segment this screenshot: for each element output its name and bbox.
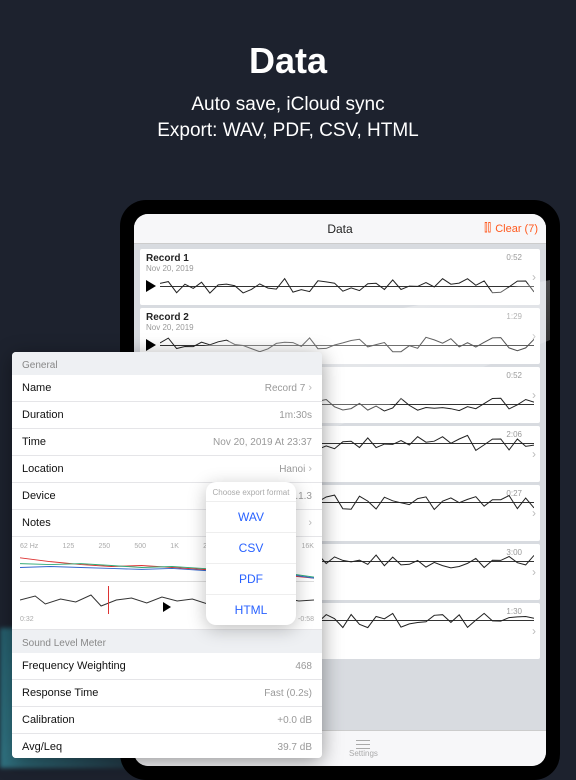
freq-tick: 16K xyxy=(301,543,313,550)
hero-line-2: Export: WAV, PDF, CSV, HTML xyxy=(157,120,419,141)
record-duration: 0:52 xyxy=(506,253,522,262)
map-icon: ⫿⫿ xyxy=(484,222,491,235)
row-calibration: Calibration+0.0 dB xyxy=(12,707,322,734)
play-button[interactable] xyxy=(163,602,171,612)
tab-settings[interactable]: Settings xyxy=(349,739,378,758)
record-date: Nov 20, 2019 xyxy=(146,264,534,273)
record-detail-panel: General Name Record 7› Duration 1m:30s T… xyxy=(12,352,322,758)
section-general-header: General xyxy=(12,352,322,375)
chevron-right-icon: › xyxy=(308,382,312,394)
hero-text: Data Auto save, iCloud sync Export: WAV,… xyxy=(0,0,576,143)
freq-tick: 125 xyxy=(63,543,75,550)
freq-tick: 1K xyxy=(170,543,179,550)
freq-tick: 500 xyxy=(134,543,146,550)
playhead-marker[interactable] xyxy=(108,586,109,614)
freq-tick: 250 xyxy=(98,543,110,550)
record-duration: 1:29 xyxy=(506,312,522,321)
clear-button[interactable]: ⫿⫿ Clear (7) xyxy=(484,222,538,235)
export-option-pdf[interactable]: PDF xyxy=(206,563,296,594)
record-row[interactable]: Record 1Nov 20, 20190:52› xyxy=(140,249,540,305)
row-location[interactable]: Location Hanoi› xyxy=(12,456,322,483)
row-time: Time Nov 20, 2019 At 23:37 xyxy=(12,429,322,456)
record-title: Record 1 xyxy=(146,253,534,264)
play-button[interactable] xyxy=(146,339,156,351)
row-duration: Duration 1m:30s xyxy=(12,402,322,429)
freq-tick: 62 Hz xyxy=(20,543,38,550)
row-response-time: Response TimeFast (0.2s) xyxy=(12,680,322,707)
record-date: Nov 20, 2019 xyxy=(146,323,534,332)
record-title: Record 2 xyxy=(146,312,534,323)
row-name[interactable]: Name Record 7› xyxy=(12,375,322,402)
waveform xyxy=(160,275,534,297)
export-option-csv[interactable]: CSV xyxy=(206,532,296,563)
sliders-icon xyxy=(356,739,370,749)
export-option-wav[interactable]: WAV xyxy=(206,501,296,532)
export-option-html[interactable]: HTML xyxy=(206,594,296,625)
export-popover: Choose export format WAV CSV PDF HTML xyxy=(206,482,296,625)
row-freq-weighting: Frequency Weighting468 xyxy=(12,653,322,680)
section-slm-header: Sound Level Meter xyxy=(12,630,322,653)
play-button[interactable] xyxy=(146,280,156,292)
record-duration: 0:52 xyxy=(506,371,522,380)
chevron-right-icon: › xyxy=(308,517,312,529)
row-avg: Avg/Leq39.7 dB xyxy=(12,734,322,758)
hero-title: Data xyxy=(0,40,576,82)
hero-line-1: Auto save, iCloud sync xyxy=(191,94,384,115)
nav-bar: Data ⫿⫿ Clear (7) xyxy=(134,214,546,244)
nav-title: Data xyxy=(327,222,352,236)
chevron-right-icon: › xyxy=(308,463,312,475)
popover-title: Choose export format xyxy=(206,482,296,501)
